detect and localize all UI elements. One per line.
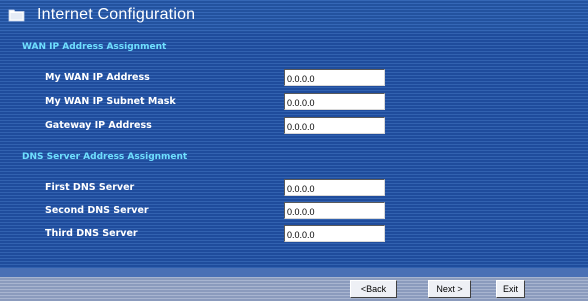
footer-divider: [0, 268, 588, 277]
folder-icon: [8, 9, 25, 22]
second-dns-input[interactable]: [284, 202, 385, 219]
gateway-ip-label: Gateway IP Address: [45, 120, 152, 131]
back-button[interactable]: <Back: [350, 280, 397, 298]
second-dns-label: Second DNS Server: [45, 205, 149, 216]
dns-section-title: DNS Server Address Assignment: [22, 152, 188, 162]
page-title: Internet Configuration: [37, 6, 196, 23]
wan-subnet-input[interactable]: [284, 93, 385, 110]
third-dns-input[interactable]: [284, 225, 385, 242]
next-button[interactable]: Next >: [428, 280, 471, 298]
gateway-ip-input[interactable]: [284, 117, 385, 134]
wan-section-title: WAN IP Address Assignment: [22, 42, 167, 52]
wan-ip-input[interactable]: [284, 69, 385, 86]
first-dns-label: First DNS Server: [45, 182, 135, 193]
wan-subnet-label: My WAN IP Subnet Mask: [45, 96, 176, 107]
exit-button[interactable]: Exit: [496, 280, 525, 298]
title-bar: Internet Configuration: [0, 0, 588, 32]
wan-ip-label: My WAN IP Address: [45, 72, 150, 83]
third-dns-label: Third DNS Server: [45, 228, 138, 239]
first-dns-input[interactable]: [284, 179, 385, 196]
